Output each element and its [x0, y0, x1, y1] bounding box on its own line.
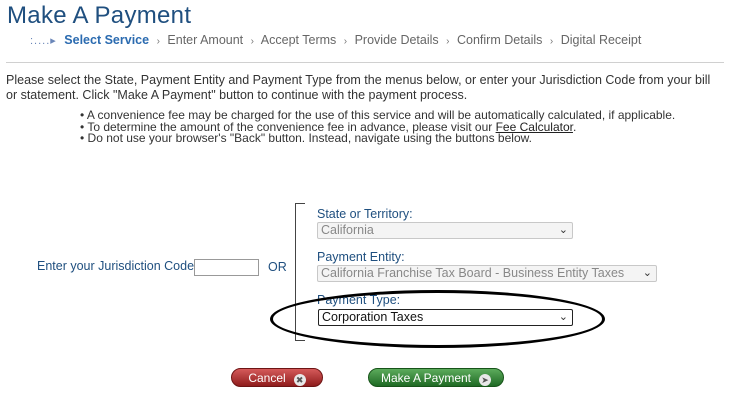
state-select[interactable]: California ⌄	[317, 222, 573, 239]
or-label: OR	[268, 260, 287, 274]
close-icon: ✖	[293, 374, 306, 386]
chevron-right-icon: ›	[343, 36, 348, 47]
chevron-right-icon: ›	[446, 36, 450, 47]
cancel-button-label: Cancel	[248, 371, 286, 385]
note-calc-suffix: .	[572, 119, 577, 134]
payment-entity-select[interactable]: California Franchise Tax Board - Busines…	[317, 265, 657, 282]
wizard-step-provide-details: Provide Details	[354, 33, 439, 47]
cancel-button[interactable]: Cancel ✖	[231, 368, 323, 387]
arrow-right-icon: ➤	[479, 374, 492, 386]
chevron-right-icon: ›	[250, 36, 254, 47]
intro-text: Please select the State, Payment Entity …	[6, 73, 711, 102]
jurisdiction-label: Enter your Jurisdiction Code:	[37, 259, 198, 273]
wizard-step-accept-terms: Accept Terms	[260, 33, 337, 47]
wizard-start-icon: :....▸	[30, 35, 57, 47]
jurisdiction-code-input[interactable]	[194, 259, 259, 276]
wizard-step-enter-amount: Enter Amount	[167, 33, 244, 47]
state-label: State or Territory:	[317, 207, 413, 221]
notes-list: • A convenience fee may be charged for t…	[80, 109, 675, 145]
wizard-steps: :....▸ Select Service › Enter Amount › A…	[30, 33, 641, 47]
chevron-down-icon: ⌄	[558, 224, 568, 236]
entity-select-value: California Franchise Tax Board - Busines…	[321, 266, 625, 280]
wizard-step-digital-receipt: Digital Receipt	[560, 33, 642, 47]
note-back-text: Do not use your browser's "Back" button.…	[87, 131, 532, 145]
header-divider	[6, 62, 724, 63]
highlight-ellipse	[270, 290, 605, 348]
chevron-down-icon: ⌄	[642, 267, 652, 279]
state-select-value: California	[321, 223, 374, 237]
make-payment-button-label: Make A Payment	[380, 371, 472, 385]
wizard-step-confirm-details: Confirm Details	[456, 33, 543, 47]
chevron-right-icon: ›	[156, 36, 160, 47]
page-title: Make A Payment	[7, 2, 192, 29]
entity-label: Payment Entity:	[317, 250, 405, 264]
note-item: • Do not use your browser's "Back" butto…	[80, 131, 532, 145]
make-payment-button[interactable]: Make A Payment ➤	[368, 368, 504, 387]
chevron-right-icon: ›	[549, 36, 554, 47]
wizard-step-select-service: Select Service	[64, 33, 150, 47]
